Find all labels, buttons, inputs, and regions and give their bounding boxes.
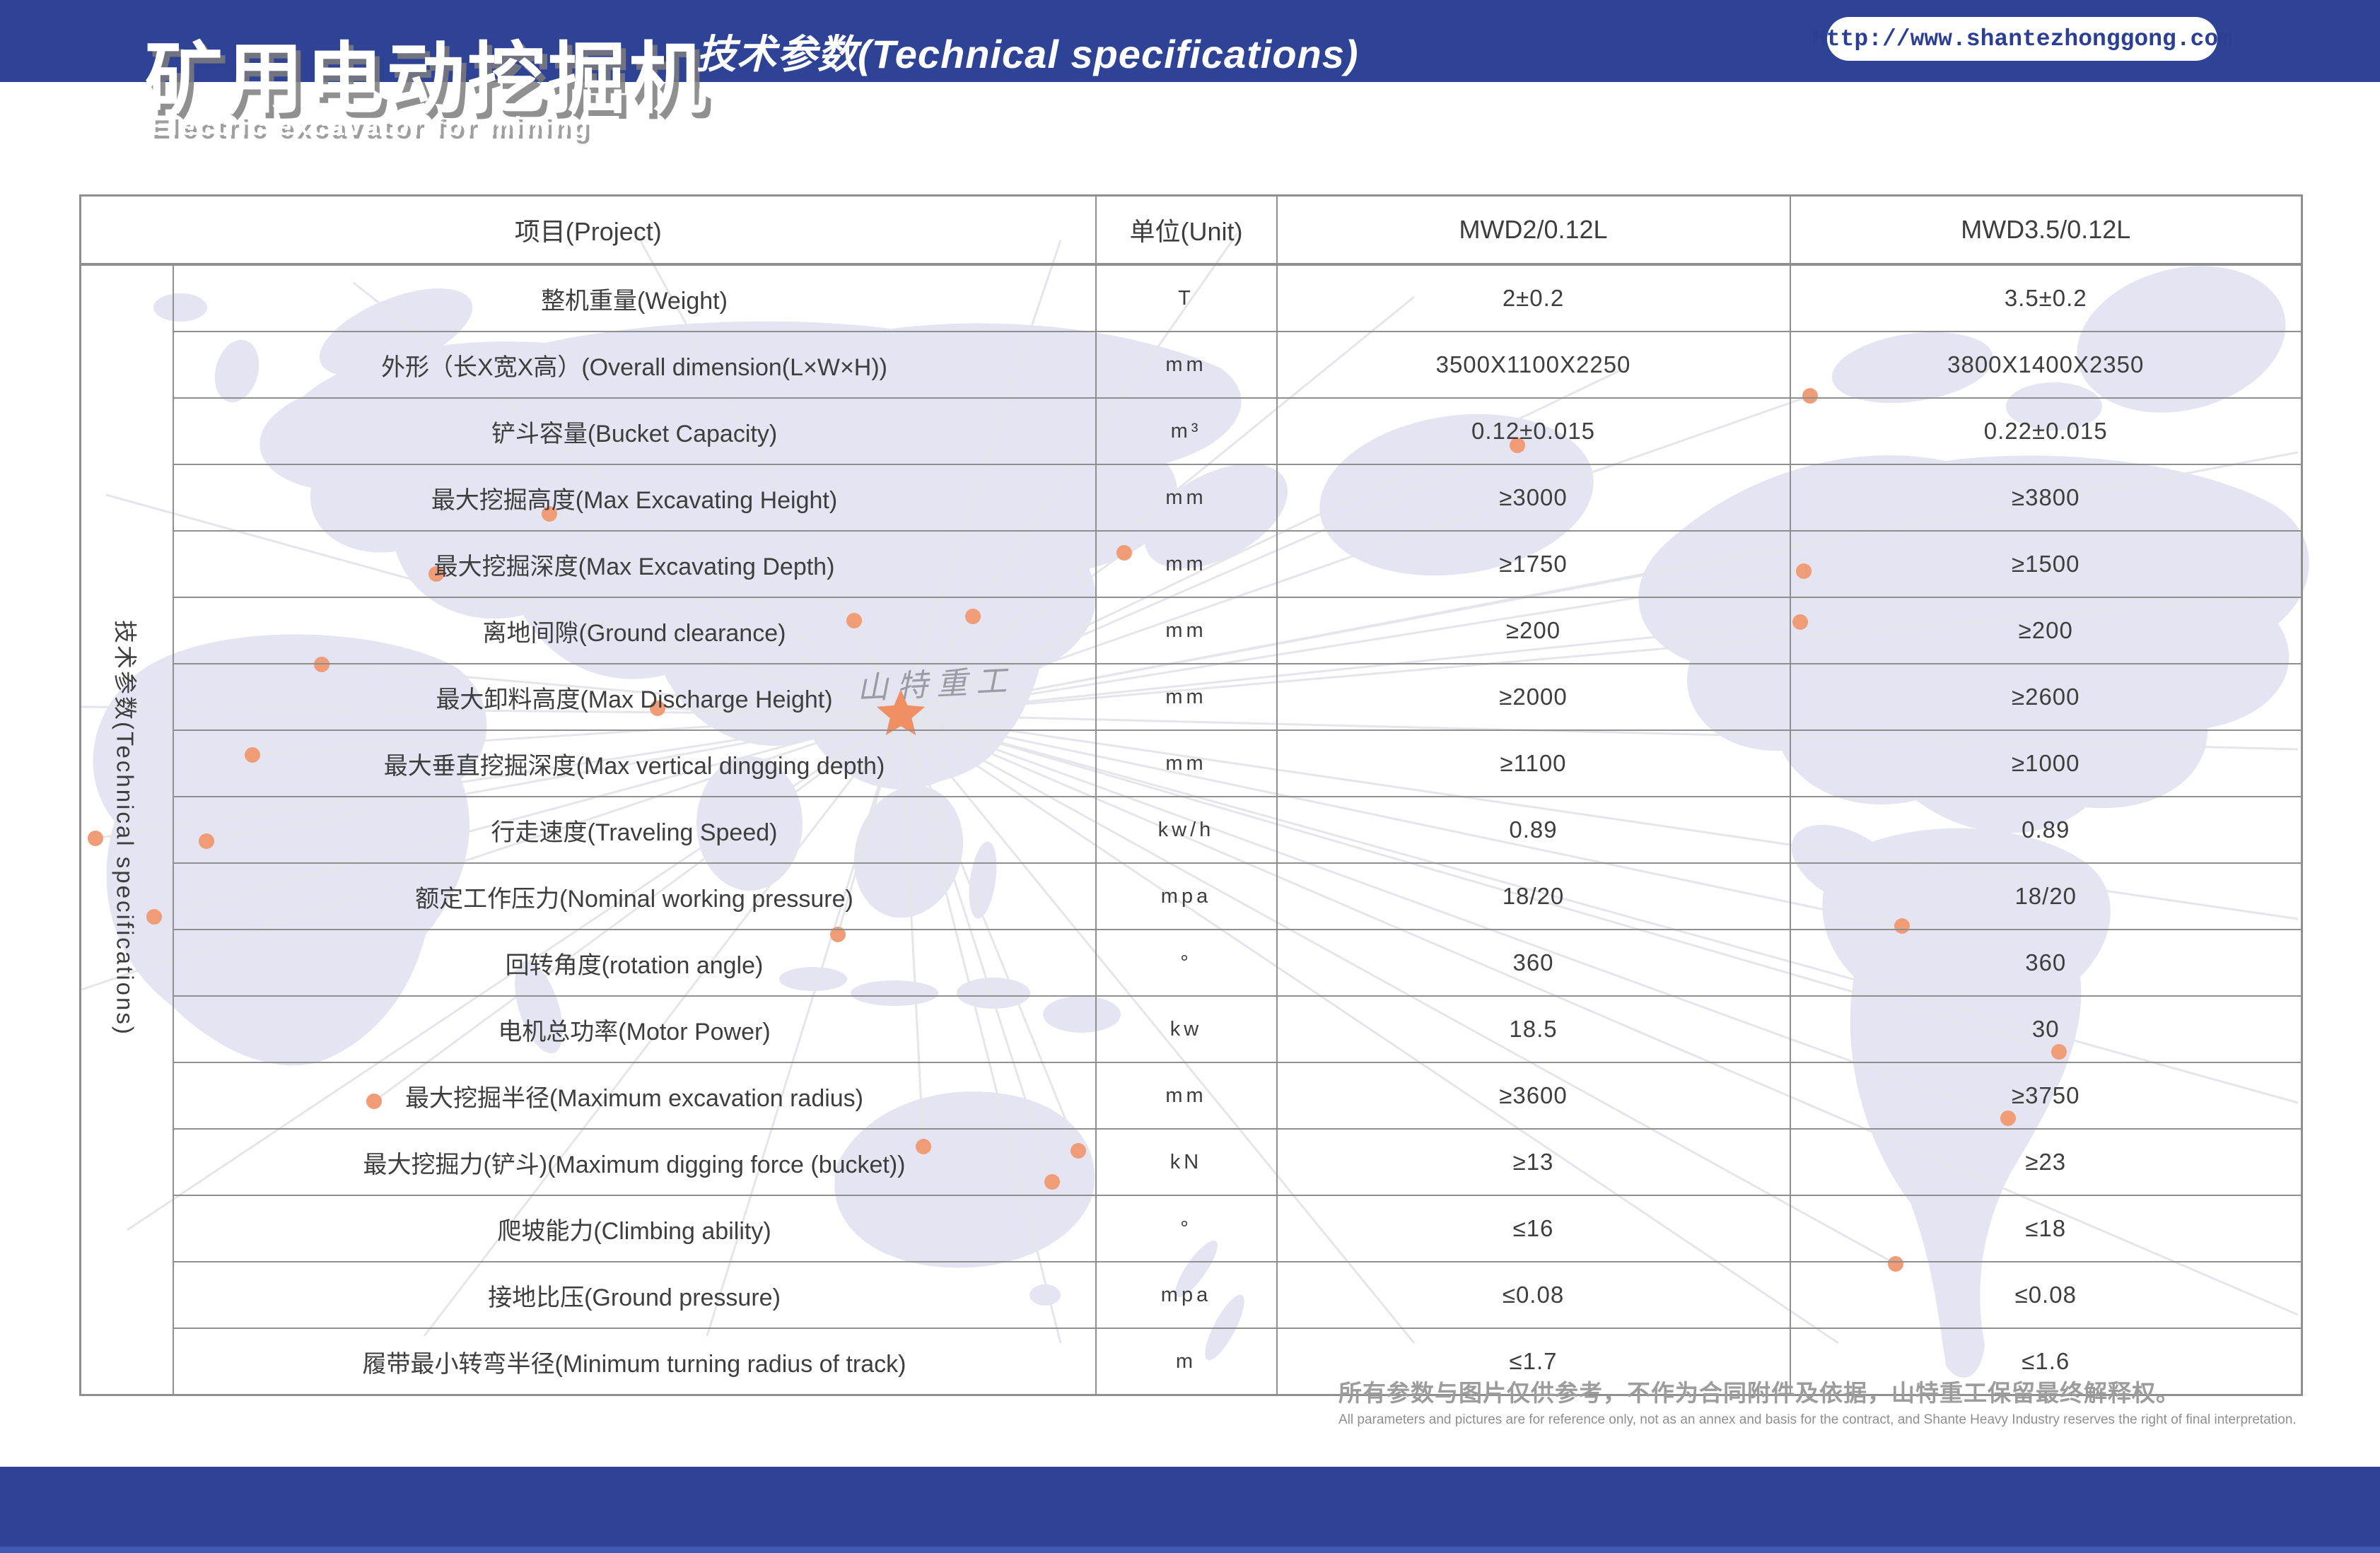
spec-value-mwd35: ≥3750: [1789, 1062, 2303, 1130]
spec-value-mwd35: ≥200: [1789, 597, 2303, 664]
table-row: 电机总功率(Motor Power) kw 18.5 30: [81, 995, 2303, 1063]
spec-unit: mm: [1095, 663, 1278, 731]
spec-label: 爬坡能力(Climbing ability): [172, 1195, 1097, 1262]
table-row: 外形（长X宽X高）(Overall dimension(L×W×H)) mm 3…: [81, 331, 2303, 399]
spec-label: 最大挖掘力(铲斗)(Maximum digging force (bucket)…: [172, 1128, 1097, 1196]
spec-unit: mpa: [1095, 1261, 1278, 1329]
spec-value-mwd35: 3800X1400X2350: [1789, 331, 2303, 399]
spec-label: 外形（长X宽X高）(Overall dimension(L×W×H)): [172, 331, 1097, 399]
spec-label: 电机总功率(Motor Power): [172, 995, 1097, 1063]
table-row: 最大卸料高度(Max Discharge Height) mm ≥2000 ≥2…: [81, 663, 2303, 731]
spec-unit: mm: [1095, 729, 1278, 797]
spec-value-mwd35: ≤0.08: [1789, 1261, 2303, 1329]
spec-value-mwd2: ≥3600: [1276, 1062, 1791, 1130]
spec-unit: mm: [1095, 331, 1278, 399]
table-row: 回转角度(rotation angle) ° 360 360: [81, 929, 2303, 997]
spec-label: 整机重量(Weight): [172, 264, 1097, 332]
spec-unit: T: [1095, 264, 1278, 332]
spec-value-mwd35: 18/20: [1789, 862, 2303, 930]
disclaimer-block: 所有参数与图片仅供参考，不作为合同附件及依据，山特重工保留最终解释权。 All …: [1338, 1374, 2297, 1428]
spec-value-mwd2: ≥2000: [1276, 663, 1791, 731]
table-row: 最大垂直挖掘深度(Max vertical dingging depth) mm…: [81, 729, 2303, 797]
spec-sheet-page: 矿用电动挖掘机 Electric excavator for mining 技术…: [0, 0, 2380, 1553]
spec-unit: mm: [1095, 1062, 1278, 1130]
spec-value-mwd2: 0.89: [1276, 796, 1791, 864]
spec-label: 回转角度(rotation angle): [172, 929, 1097, 997]
spec-label: 最大挖掘高度(Max Excavating Height): [172, 464, 1097, 532]
website-url-pill[interactable]: Http://www.shantezhonggong.com: [1812, 17, 2232, 61]
spec-unit: mm: [1095, 464, 1278, 532]
disclaimer-en: All parameters and pictures are for refe…: [1338, 1412, 2297, 1427]
spec-label: 最大挖掘半径(Maximum excavation radius): [172, 1062, 1097, 1130]
table-row: 技术参数(Technical specifications) 整机重量(Weig…: [79, 264, 2303, 1396]
table-row: 最大挖掘深度(Max Excavating Depth) mm ≥1750 ≥1…: [81, 530, 2303, 598]
table-header-row: 项目(Project) 单位(Unit) MWD2/0.12L MWD3.5/0…: [79, 194, 2303, 266]
table-row: 行走速度(Traveling Speed) kw/h 0.89 0.89: [81, 796, 2303, 864]
spec-value-mwd2: ≤0.08: [1276, 1261, 1791, 1329]
spec-value-mwd35: ≥1000: [1789, 729, 2303, 797]
spec-value-mwd35: 0.22±0.015: [1789, 397, 2303, 465]
spec-value-mwd35: 360: [1789, 929, 2303, 997]
col-header-project: 项目(Project): [79, 194, 1097, 266]
spec-value-mwd35: 3.5±0.2: [1789, 264, 2303, 332]
spec-value-mwd35: ≥23: [1789, 1128, 2303, 1196]
spec-unit: °: [1095, 929, 1278, 997]
spec-value-mwd2: ≤16: [1276, 1195, 1791, 1262]
spec-value-mwd2: ≥13: [1276, 1128, 1791, 1196]
table-row: 铲斗容量(Bucket Capacity) m³ 0.12±0.015 0.22…: [81, 397, 2303, 465]
col-header-unit: 单位(Unit): [1095, 194, 1278, 266]
spec-value-mwd35: ≥2600: [1789, 663, 2303, 731]
spec-unit: °: [1095, 1195, 1278, 1262]
table-row: 额定工作压力(Nominal working pressure) mpa 18/…: [81, 862, 2303, 930]
spec-unit: m: [1095, 1328, 1278, 1396]
table-row: 最大挖掘力(铲斗)(Maximum digging force (bucket)…: [81, 1128, 2303, 1196]
table-row: 爬坡能力(Climbing ability) ° ≤16 ≤18: [81, 1195, 2303, 1262]
spec-unit: mm: [1095, 597, 1278, 664]
spec-label: 额定工作压力(Nominal working pressure): [172, 862, 1097, 930]
spec-value-mwd35: ≥1500: [1789, 530, 2303, 598]
table-row: 接地比压(Ground pressure) mpa ≤0.08 ≤0.08: [81, 1261, 2303, 1329]
spec-value-mwd2: ≥3000: [1276, 464, 1791, 532]
spec-value-mwd2: 18/20: [1276, 862, 1791, 930]
spec-label: 铲斗容量(Bucket Capacity): [172, 397, 1097, 465]
spec-value-mwd35: 30: [1789, 995, 2303, 1063]
side-group-label: 技术参数(Technical specifications): [112, 620, 139, 1036]
table-row: 离地间隙(Ground clearance) mm ≥200 ≥200: [81, 597, 2303, 664]
side-group-label-cell: 技术参数(Technical specifications): [79, 264, 174, 1396]
spec-unit: m³: [1095, 397, 1278, 465]
spec-label: 行走速度(Traveling Speed): [172, 796, 1097, 864]
col-header-model-mwd2: MWD2/0.12L: [1276, 194, 1791, 266]
spec-unit: kw/h: [1095, 796, 1278, 864]
spec-value-mwd35: 0.89: [1789, 796, 2303, 864]
col-header-model-mwd35: MWD3.5/0.12L: [1789, 194, 2303, 266]
spec-unit: kN: [1095, 1128, 1278, 1196]
spec-value-mwd2: 0.12±0.015: [1276, 397, 1791, 465]
spec-value-mwd35: ≤18: [1789, 1195, 2303, 1262]
disclaimer-cn: 所有参数与图片仅供参考，不作为合同附件及依据，山特重工保留最终解释权。: [1338, 1380, 2180, 1406]
spec-unit: mpa: [1095, 862, 1278, 930]
spec-label: 接地比压(Ground pressure): [172, 1261, 1097, 1329]
page-title: 技术参数(Technical specifications): [696, 32, 1359, 76]
spec-value-mwd35: ≥3800: [1789, 464, 2303, 532]
spec-value-mwd2: ≥1750: [1276, 530, 1791, 598]
spec-value-mwd2: 360: [1276, 929, 1791, 997]
spec-unit: mm: [1095, 530, 1278, 598]
spec-value-mwd2: 18.5: [1276, 995, 1791, 1063]
brand-logo-tagline: Electric excavator for mining: [150, 112, 591, 141]
spec-label: 离地间隙(Ground clearance): [172, 597, 1097, 664]
spec-label: 最大垂直挖掘深度(Max vertical dingging depth): [172, 729, 1097, 797]
spec-table: 项目(Project) 单位(Unit) MWD2/0.12L MWD3.5/0…: [79, 194, 2303, 1396]
spec-label: 最大卸料高度(Max Discharge Height): [172, 663, 1097, 731]
spec-value-mwd2: ≥200: [1276, 597, 1791, 664]
spec-unit: kw: [1095, 995, 1278, 1063]
spec-label: 最大挖掘深度(Max Excavating Depth): [172, 530, 1097, 598]
spec-value-mwd2: 2±0.2: [1276, 264, 1791, 332]
website-url-text: Http://www.shantezhonggong.com: [1812, 25, 2233, 52]
table-row: 最大挖掘半径(Maximum excavation radius) mm ≥36…: [81, 1062, 2303, 1130]
spec-value-mwd2: ≥1100: [1276, 729, 1791, 797]
table-row: 最大挖掘高度(Max Excavating Height) mm ≥3000 ≥…: [81, 464, 2303, 532]
spec-label: 履带最小转弯半径(Minimum turning radius of track…: [172, 1328, 1097, 1396]
spec-value-mwd2: 3500X1100X2250: [1276, 331, 1791, 399]
